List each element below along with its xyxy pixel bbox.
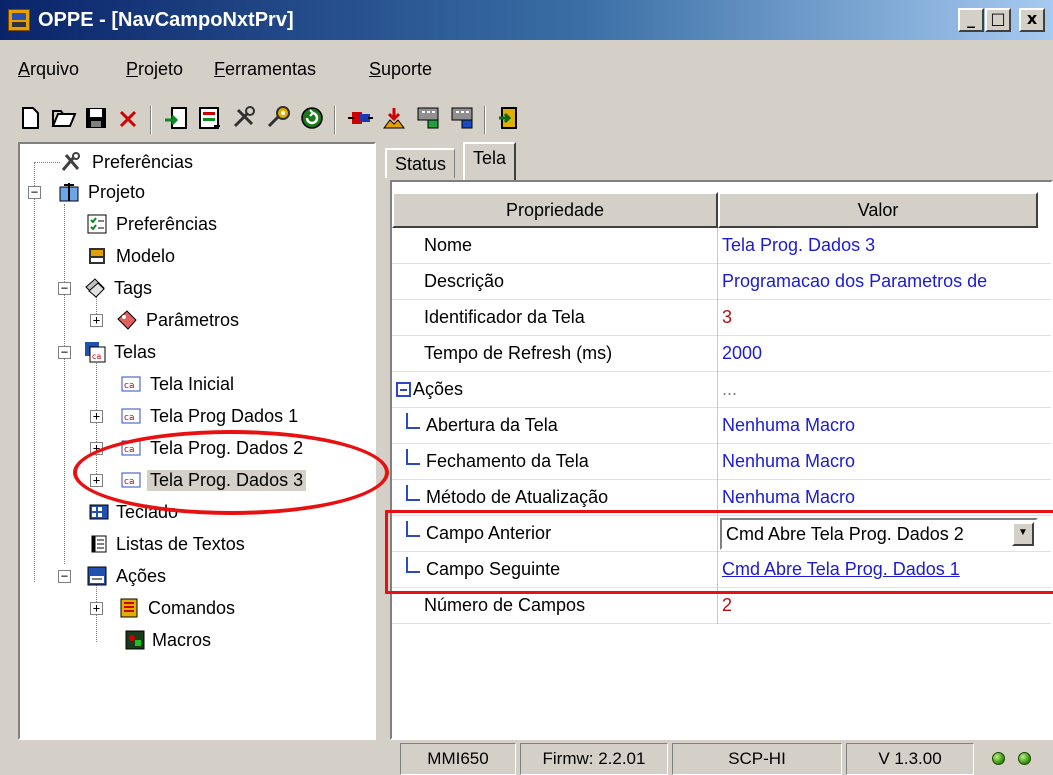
status-protocol: SCP-HI [672, 743, 842, 775]
device-model-icon [89, 248, 105, 264]
toolbar-separator [484, 106, 486, 134]
tags-icon [85, 278, 105, 298]
grid-row-identificador[interactable]: Identificador da Tela 3 [392, 300, 1051, 336]
menu-bar: Arquivo Projeto Ferramentas Suporte [0, 54, 1053, 84]
svg-text:ca: ca [124, 381, 134, 391]
tree-connector [34, 162, 60, 163]
child-arrow-icon [406, 413, 420, 429]
screen-icon: ca [121, 376, 141, 392]
grid-row-tempo-refresh[interactable]: Tempo de Refresh (ms) 2000 [392, 336, 1051, 372]
export-icon[interactable] [196, 104, 224, 132]
column-header-valor[interactable]: Valor [718, 192, 1038, 228]
upload-icon[interactable] [448, 104, 476, 132]
collapse-toggle[interactable]: − [28, 186, 41, 199]
collapse-acoes-icon[interactable] [396, 382, 411, 397]
svg-text:ca: ca [124, 413, 134, 423]
refresh-icon[interactable] [298, 104, 326, 132]
expand-toggle[interactable]: + [90, 602, 103, 615]
tab-bar: Status Tela [385, 142, 1053, 182]
tree-connector [64, 204, 65, 564]
menu-arquivo[interactable]: Arquivo [18, 59, 79, 80]
save-icon[interactable] [82, 104, 110, 132]
text-list-icon [91, 535, 107, 553]
maximize-button[interactable]: □ [985, 8, 1011, 32]
tree-connector [34, 162, 35, 582]
menu-projeto[interactable]: Projeto [126, 59, 183, 80]
new-file-icon[interactable] [16, 104, 44, 132]
tab-tela[interactable]: Tela [463, 142, 517, 180]
preferences-icon [61, 152, 80, 171]
collapse-toggle[interactable]: − [58, 282, 71, 295]
toolbar-separator [334, 106, 336, 134]
expand-toggle[interactable]: + [90, 410, 103, 423]
status-firmware: Firmw: 2.2.01 [520, 743, 668, 775]
column-header-propriedade[interactable]: Propriedade [392, 192, 718, 228]
status-model: MMI650 [400, 743, 516, 775]
grid-header: Propriedade Valor [392, 192, 1051, 228]
screen-icon: ca [121, 408, 141, 424]
actions-icon [87, 566, 107, 586]
project-icon [59, 183, 79, 202]
annotation-rectangle [385, 510, 1053, 594]
grid-row-descricao[interactable]: Descrição Programacao dos Parametros de [392, 264, 1051, 300]
grid-row-abertura[interactable]: Abertura da Tela Nenhuma Macro [392, 408, 1051, 444]
svg-text:ca: ca [92, 352, 101, 361]
tools-icon[interactable] [230, 104, 258, 132]
screens-icon: ca [85, 342, 106, 363]
close-button[interactable]: x [1019, 8, 1045, 32]
checklist-icon [87, 214, 107, 234]
status-bar: MMI650 Firmw: 2.2.01 SCP-HI V 1.3.00 [0, 743, 1053, 775]
delete-icon[interactable] [114, 104, 142, 132]
grid-row-fechamento[interactable]: Fechamento da Tela Nenhuma Macro [392, 444, 1051, 480]
open-folder-icon[interactable] [50, 104, 78, 132]
transfer-icon[interactable] [346, 104, 374, 132]
minimize-button[interactable]: _ [958, 8, 984, 32]
window-title: OPPE - [NavCampoNxtPrv] [38, 9, 294, 31]
property-grid: Propriedade Valor Nome Tela Prog. Dados … [390, 180, 1053, 740]
menu-suporte[interactable]: Suporte [369, 59, 432, 80]
settings-icon[interactable] [264, 104, 292, 132]
title-bar[interactable]: OPPE - [NavCampoNxtPrv] _ □ x [0, 0, 1053, 40]
toolbar [0, 100, 1053, 140]
status-led-icon [1018, 752, 1031, 765]
keyboard-icon [89, 504, 109, 520]
send-icon[interactable] [380, 104, 408, 132]
import-icon[interactable] [162, 104, 190, 132]
status-led-icon [992, 752, 1005, 765]
status-version: V 1.3.00 [846, 743, 974, 775]
menu-ferramentas[interactable]: Ferramentas [214, 59, 316, 80]
expand-toggle[interactable]: + [90, 314, 103, 327]
macros-icon [125, 630, 145, 650]
collapse-toggle[interactable]: − [58, 346, 71, 359]
commands-icon [120, 598, 138, 618]
child-arrow-icon [406, 449, 420, 465]
grid-row-nome[interactable]: Nome Tela Prog. Dados 3 [392, 228, 1051, 264]
app-window: OPPE - [NavCampoNxtPrv] _ □ x Arquivo Pr… [0, 0, 1053, 775]
annotation-ellipse [73, 430, 389, 515]
child-arrow-icon [406, 485, 420, 501]
app-icon [8, 9, 30, 31]
download-icon[interactable] [414, 104, 442, 132]
parameters-icon [117, 310, 137, 330]
grid-row-acoes[interactable]: Ações ... [392, 372, 1051, 408]
tab-status[interactable]: Status [385, 148, 456, 178]
collapse-toggle[interactable]: − [58, 570, 71, 583]
exit-icon[interactable] [496, 104, 524, 132]
toolbar-separator [150, 106, 152, 134]
